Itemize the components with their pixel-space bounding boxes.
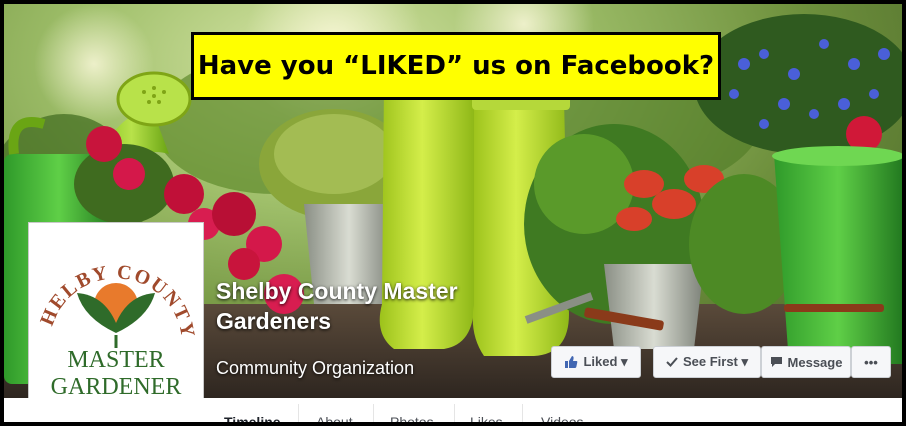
message-label: Message: [787, 354, 843, 370]
tab-photos[interactable]: Photos: [390, 414, 434, 422]
tab-timeline[interactable]: Timeline: [224, 414, 281, 422]
facebook-like-prompt-banner: Have you “LIKED” us on Facebook?: [191, 32, 721, 100]
liked-button[interactable]: Liked ▾: [551, 346, 641, 378]
tab-likes[interactable]: Likes: [470, 414, 503, 422]
page-name[interactable]: Shelby County Master Gardeners: [216, 276, 516, 336]
tab-videos[interactable]: Videos: [541, 414, 584, 422]
tab-divider: [298, 404, 299, 422]
page-category[interactable]: Community Organization: [216, 358, 414, 379]
message-button[interactable]: Message: [761, 346, 851, 378]
page-name-line1: Shelby County Master: [216, 278, 458, 304]
logo-gardener-text: GARDENER: [51, 374, 182, 400]
liked-label: Liked ▾: [583, 354, 628, 369]
see-first-label: See First ▾: [682, 354, 749, 369]
see-first-button[interactable]: See First ▾: [653, 346, 761, 378]
master-gardener-logo: SHELBY COUNTY MASTER GARDENER: [29, 223, 197, 400]
profile-picture[interactable]: SHELBY COUNTY MASTER GARDENER: [28, 222, 204, 404]
more-dots-icon: •••: [864, 354, 878, 370]
page-name-line2: Gardeners: [216, 308, 332, 334]
page-tab-bar: [4, 398, 902, 422]
checkmark-icon: [666, 356, 678, 368]
thumbs-up-icon: [564, 355, 578, 369]
logo-master-text: MASTER: [67, 347, 164, 373]
message-icon: [770, 356, 783, 368]
screenshot-frame: Have you “LIKED” us on Facebook? SHELBY …: [0, 0, 906, 426]
tab-about[interactable]: About: [316, 414, 353, 422]
tab-divider: [373, 404, 374, 422]
more-options-button[interactable]: •••: [851, 346, 891, 378]
tab-divider: [522, 404, 523, 422]
tab-divider: [454, 404, 455, 422]
